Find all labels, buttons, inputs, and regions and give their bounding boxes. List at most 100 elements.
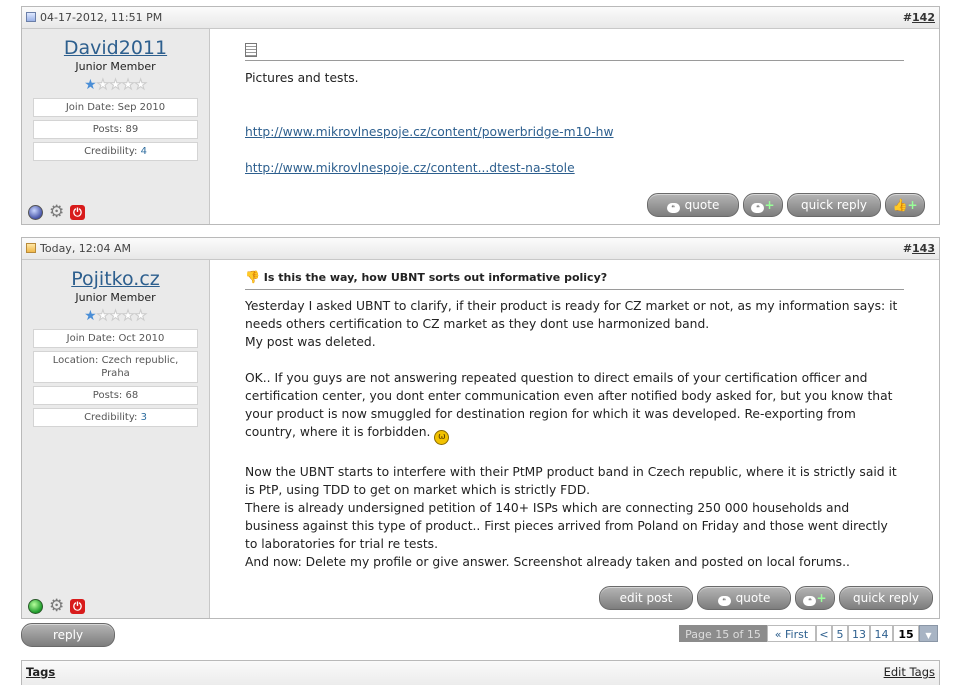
message-line: Pictures and tests. (245, 71, 359, 85)
quote-button[interactable]: ❝ quote (697, 586, 791, 610)
multi-quote-button[interactable]: ❝ + (795, 586, 835, 610)
location-label: Location: (52, 355, 102, 366)
join-date-label: Join Date: (65, 102, 118, 113)
chevron-down-icon: ▼ (925, 631, 932, 640)
message-paragraph: My post was deleted. (245, 335, 376, 349)
plus-icon: + (816, 591, 827, 605)
location-value: Czech republic, Praha (101, 355, 179, 379)
post-message: Pictures and tests. http://www.mikrovlne… (210, 69, 939, 177)
report-post-icon[interactable]: ⏻ (70, 599, 85, 614)
tags-label[interactable]: Tags (26, 665, 55, 679)
username-link[interactable]: Pojitko.cz (22, 268, 209, 290)
message-paragraph: There is already undersigned petition of… (245, 501, 888, 551)
username-link[interactable]: David2011 (22, 37, 209, 59)
multi-quote-button[interactable]: ❝ + (743, 193, 783, 217)
message-paragraph-text: OK.. If you guys are not answering repea… (245, 371, 893, 439)
prev-page-link[interactable]: < (816, 625, 832, 642)
user-title: Junior Member (75, 60, 156, 73)
star-filled-icon: ★ (84, 77, 97, 93)
message-link[interactable]: http://www.mikrovlnespoje.cz/content/pow… (245, 125, 614, 139)
quote-button-label: quote (735, 591, 771, 605)
user-info-panel: Pojitko.cz Junior Member ★★★★★ Join Date… (22, 260, 210, 618)
post-date-text: 04-17-2012, 11:51 PM (40, 11, 163, 24)
post-number-link[interactable]: 142 (912, 11, 935, 24)
thumbs-up-icon: 👍 (892, 198, 908, 212)
pagination: Page 15 of 15 « First < 5 13 14 15 ▼ (0, 625, 965, 642)
post: Today, 12:04 AM #143 Pojitko.cz Junior M… (21, 237, 940, 619)
star-empty-icon: ★ (121, 308, 135, 324)
post-number-link[interactable]: 143 (912, 242, 935, 255)
post-number-prefix: # (902, 11, 913, 24)
credibility-label: Credibility: (84, 412, 141, 423)
quote-icon: ❝ (717, 596, 731, 606)
reputation-gear-icon[interactable]: ⚙ (49, 204, 64, 221)
post-date-text: Today, 12:04 AM (40, 242, 132, 255)
post-old-icon (26, 12, 36, 22)
post-header: Today, 12:04 AM #143 (22, 238, 939, 260)
join-date-label: Join Date: (66, 333, 119, 344)
post-title: Is this the way, how UBNT sorts out info… (263, 271, 608, 284)
page-link[interactable]: 5 (832, 625, 848, 642)
user-online-icon (28, 599, 43, 614)
quick-reply-button[interactable]: quick reply (787, 193, 881, 217)
join-date-value: Oct 2010 (118, 333, 165, 344)
post-button-bar: ❝ quote ❝ + quick reply 👍+ (643, 193, 925, 217)
post-date: 04-17-2012, 11:51 PM (26, 7, 162, 28)
join-date-value: Sep 2010 (117, 102, 166, 113)
multi-quote-icon: ❝ (803, 596, 817, 606)
star-filled-icon: ★ (84, 308, 97, 324)
user-offline-icon (28, 205, 43, 220)
devil-smiley-icon: ω (434, 430, 450, 445)
post-title-row (210, 42, 939, 60)
message-paragraph: OK.. If you guys are not answering repea… (245, 369, 904, 445)
posts-count-label: Posts: (92, 390, 126, 401)
thumbs-down-icon: 👎 (245, 270, 260, 284)
message-paragraph: And now: Delete my profile or give answe… (245, 555, 850, 569)
star-empty-icon: ★ (109, 77, 123, 93)
credibility-box: Credibility: 3 (33, 408, 198, 427)
posts-count-value: 68 (125, 390, 139, 401)
post-button-bar: edit post ❝ quote ❝ + quick reply (595, 586, 933, 610)
current-page: 15 (893, 625, 919, 642)
report-post-icon[interactable]: ⏻ (70, 205, 85, 220)
edit-tags-link[interactable]: Edit Tags (884, 665, 935, 679)
user-icons: ⚙ ⏻ (28, 596, 91, 615)
post-message: Yesterday I asked UBNT to clarify, if th… (210, 297, 939, 571)
post-title-row: 👎 Is this the way, how UBNT sorts out in… (210, 269, 939, 289)
multi-quote-icon: ❝ (751, 203, 765, 213)
credibility-value[interactable]: 4 (141, 146, 147, 157)
join-date-box: Join Date: Sep 2010 (33, 98, 198, 117)
credibility-box: Credibility: 4 (33, 142, 198, 161)
posts-count-box: Posts: 89 (33, 120, 198, 139)
join-date-box: Join Date: Oct 2010 (33, 329, 198, 348)
post-date: Today, 12:04 AM (26, 238, 131, 259)
quote-button-label: quote (684, 198, 720, 212)
credibility-value[interactable]: 3 (141, 412, 147, 423)
star-empty-icon: ★ (134, 308, 148, 324)
quick-reply-button[interactable]: quick reply (839, 586, 933, 610)
user-title: Junior Member (75, 291, 156, 304)
first-page-link[interactable]: « First (767, 625, 816, 642)
plus-icon: + (764, 198, 775, 212)
page-link[interactable]: 14 (870, 625, 893, 642)
star-empty-icon: ★ (109, 308, 123, 324)
post-content: 👎 Is this the way, how UBNT sorts out in… (210, 260, 939, 618)
star-empty-icon: ★ (96, 308, 110, 324)
user-icons: ⚙ ⏻ (28, 202, 91, 221)
page-jump-dropdown[interactable]: ▼ (919, 625, 938, 642)
post-new-icon (26, 243, 36, 253)
scrollbar-gutter[interactable] (940, 0, 965, 684)
reputation-gear-icon[interactable]: ⚙ (49, 598, 64, 615)
posts-count-label: Posts: (92, 124, 126, 135)
post-number: #142 (903, 7, 935, 28)
thanks-button[interactable]: 👍+ (885, 193, 925, 217)
post-content: Pictures and tests. http://www.mikrovlne… (210, 29, 939, 224)
user-info-panel: David2011 Junior Member ★★★★★ Join Date:… (22, 29, 210, 224)
message-link[interactable]: http://www.mikrovlnespoje.cz/content...d… (245, 161, 575, 175)
post-header: 04-17-2012, 11:51 PM #142 (22, 7, 939, 29)
page-link[interactable]: 13 (848, 625, 870, 642)
quote-button[interactable]: ❝ quote (647, 193, 739, 217)
page-summary: Page 15 of 15 (679, 625, 767, 642)
edit-post-button[interactable]: edit post (599, 586, 693, 610)
plus-icon: + (907, 198, 918, 212)
